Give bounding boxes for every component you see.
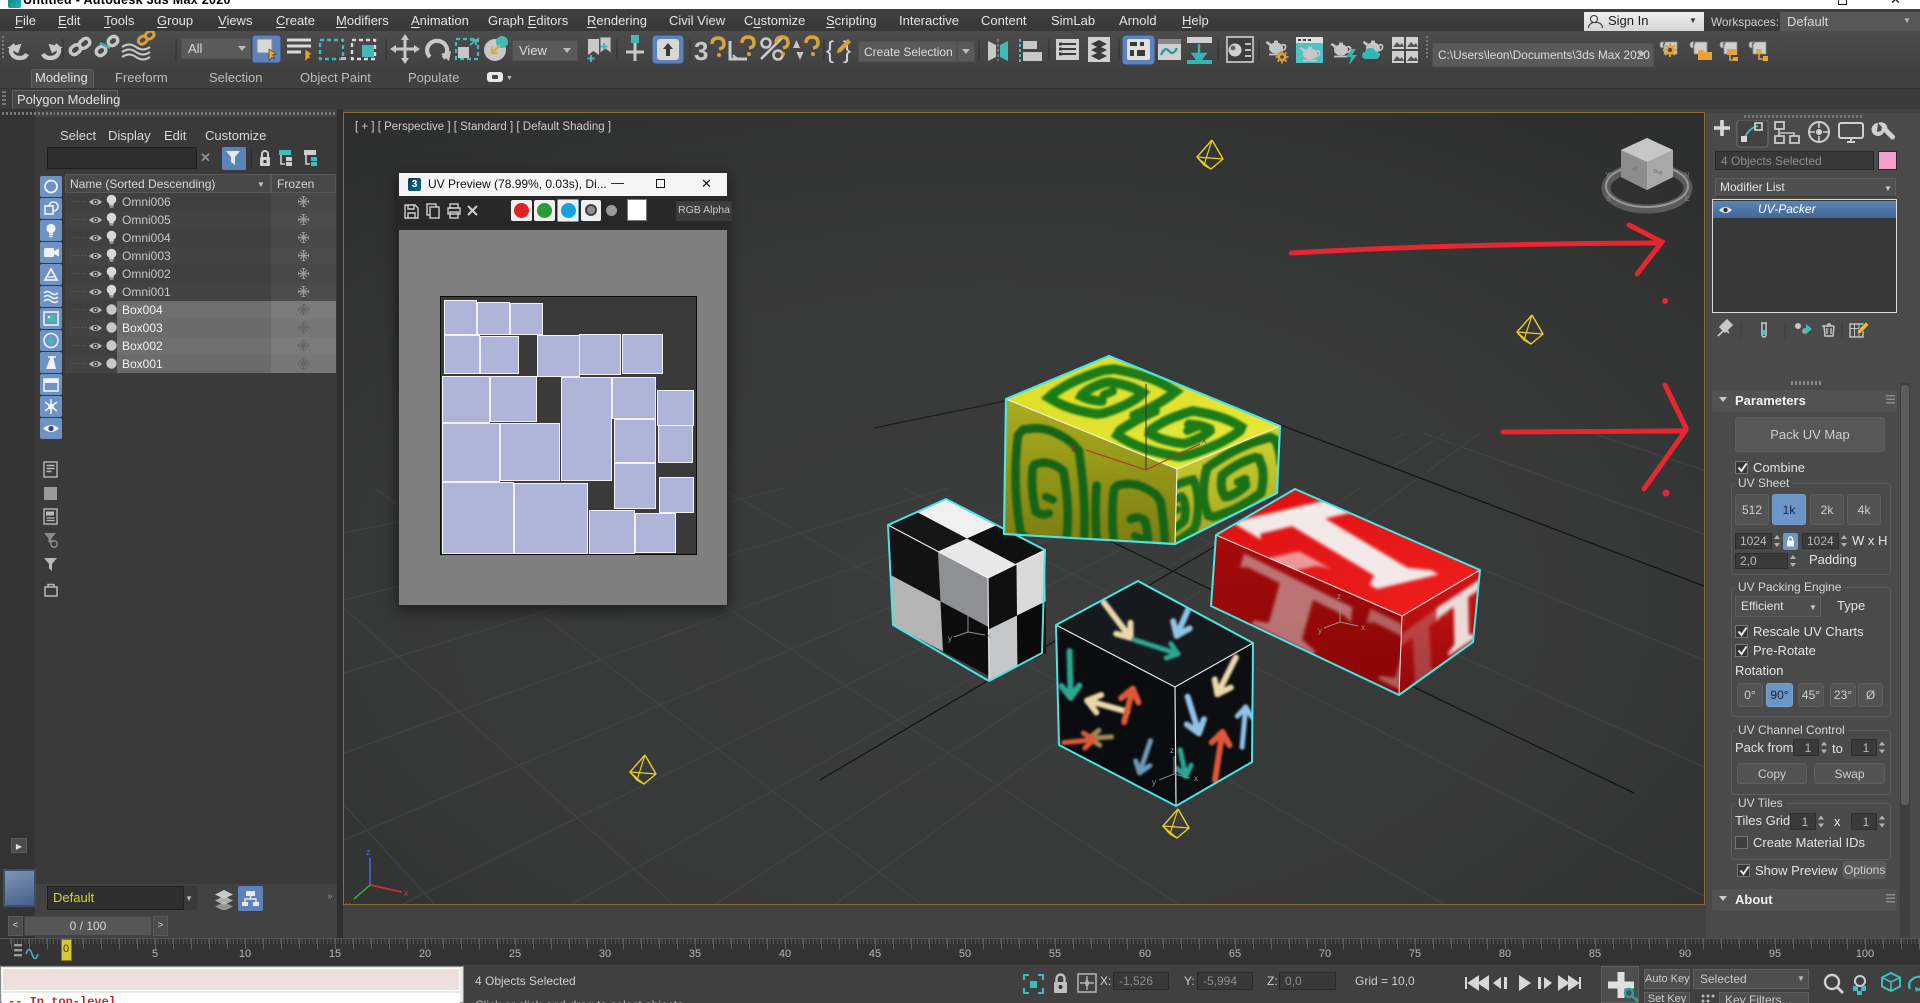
svg-text:S: S (1606, 196, 1611, 203)
svg-text:z: z (1142, 373, 1147, 383)
svg-text:x: x (987, 631, 991, 640)
svg-text:C:\Users\leon\Documents\3ds Ma: C:\Users\leon\Documents\3ds Max 2020 (1438, 48, 1650, 62)
svg-text:z: z (965, 604, 969, 613)
svg-text:y: y (948, 634, 952, 643)
svg-text:[ + ] [ Perspective ] [ Standa: [ + ] [ Perspective ] [ Standard ] [ Def… (355, 121, 611, 133)
svg-text:3: 3 (694, 36, 708, 66)
svg-text:x: x (1194, 774, 1198, 783)
svg-text:{: { (826, 37, 834, 64)
svg-text:All: All (188, 41, 203, 56)
svg-text:x: x (1202, 435, 1207, 445)
svg-text:Create Selection Se: Create Selection Se (864, 45, 971, 59)
svg-text:W: W (1606, 172, 1613, 179)
svg-text:N: N (1684, 172, 1689, 179)
svg-text:y: y (346, 900, 351, 904)
svg-text:z: z (1337, 592, 1341, 601)
svg-text:z: z (1170, 746, 1174, 755)
svg-text:x: x (404, 888, 409, 898)
svg-text:z: z (366, 847, 371, 857)
svg-text:y: y (1318, 626, 1322, 635)
svg-text:View: View (519, 43, 548, 58)
svg-text:y: y (1152, 778, 1156, 787)
svg-text:y: y (1071, 442, 1076, 452)
svg-text:E: E (1685, 196, 1690, 203)
svg-text:x: x (1361, 623, 1365, 632)
